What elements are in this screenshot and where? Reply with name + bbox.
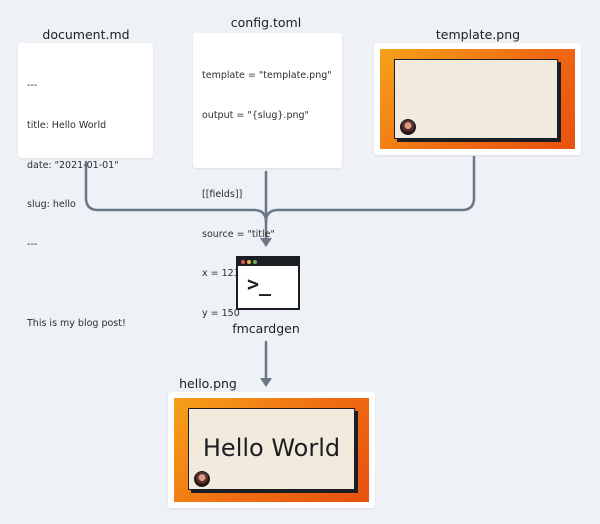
output-image-frame: Hello World xyxy=(174,398,369,502)
output-title-text: Hello World xyxy=(202,434,341,462)
window-minimize-dot xyxy=(247,260,251,264)
document-line: slug: hello xyxy=(27,199,76,211)
avatar-icon xyxy=(400,119,416,135)
config-line xyxy=(202,149,333,162)
document-card: --- title: Hello World date: "2021-01-01… xyxy=(18,43,153,329)
template-image-frame xyxy=(380,49,575,149)
terminal-prompt-glyph: >_ xyxy=(247,272,272,296)
config-line: [[fields]] xyxy=(202,189,243,201)
config-card: template = "template.png" output = "{slu… xyxy=(193,33,342,319)
config-line: output = "{slug}.png" xyxy=(202,110,309,121)
document-line: date: "2021-01-01" xyxy=(27,159,119,171)
template-label: template.png xyxy=(435,27,521,42)
output-label: hello.png xyxy=(179,376,237,391)
document-line: title: Hello World xyxy=(27,120,107,131)
config-label: config.toml xyxy=(230,15,302,30)
template-card xyxy=(374,43,581,155)
document-line: This is my blog post! xyxy=(27,317,126,329)
terminal-title-bar xyxy=(238,258,298,266)
document-line: --- xyxy=(27,80,38,92)
terminal-icon: >_ xyxy=(236,256,300,310)
output-image-card: Hello World xyxy=(188,408,355,490)
config-line: source = "title" xyxy=(202,228,275,240)
tool-label: fmcardgen xyxy=(232,321,300,336)
window-close-dot xyxy=(241,260,245,264)
output-card: Hello World xyxy=(168,392,375,508)
document-label: document.md xyxy=(42,27,130,42)
window-maximize-dot xyxy=(253,260,257,264)
document-line: --- xyxy=(27,238,38,250)
config-line: template = "template.png" xyxy=(202,70,332,82)
avatar-icon xyxy=(194,471,210,487)
template-image-card xyxy=(394,59,558,139)
